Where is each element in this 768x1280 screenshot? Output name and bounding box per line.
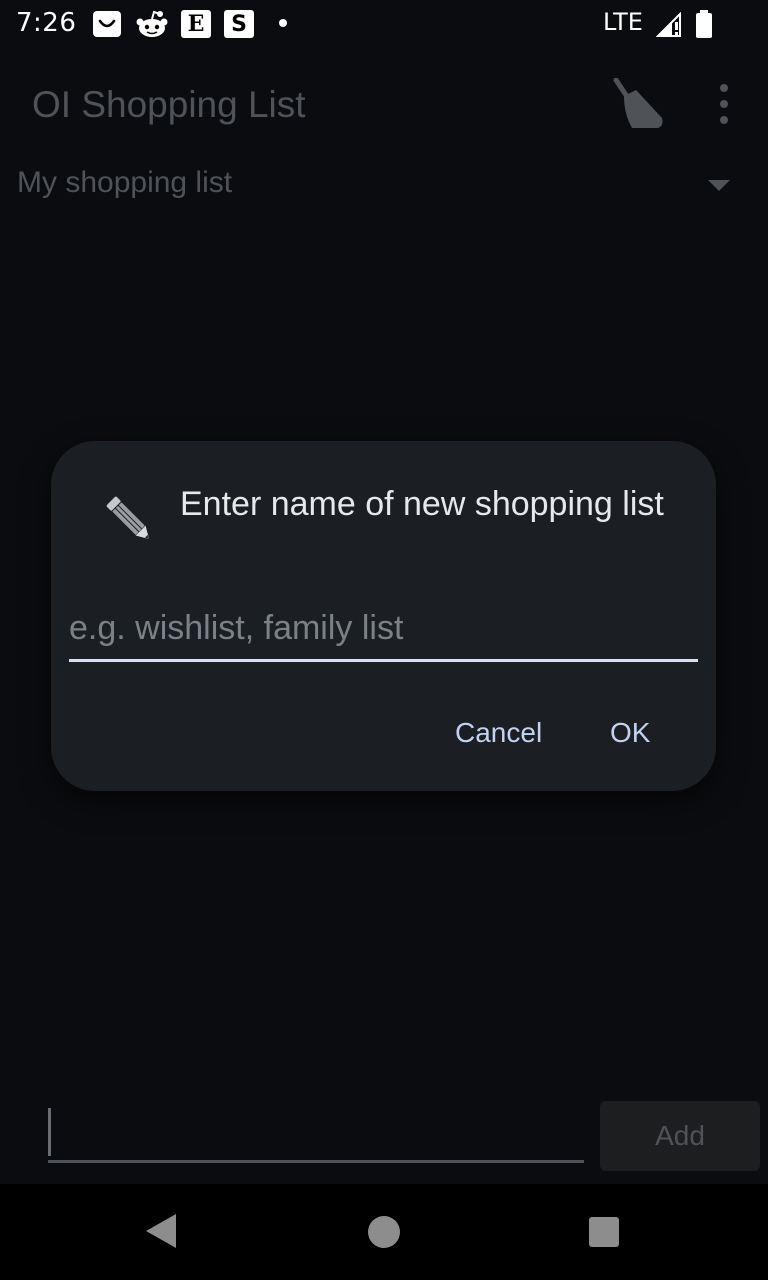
ok-button[interactable]: OK bbox=[602, 713, 658, 753]
navigation-bar bbox=[0, 1184, 768, 1280]
overflow-dot bbox=[720, 116, 728, 124]
battery-icon bbox=[696, 10, 712, 38]
status-time: 7:26 bbox=[16, 8, 77, 38]
add-button[interactable]: Add bbox=[600, 1101, 760, 1171]
dialog-title: Enter name of new shopping list bbox=[180, 485, 664, 523]
reddit-icon bbox=[136, 10, 168, 38]
overflow-dot bbox=[720, 84, 728, 92]
screen: 7:26 E S LTE OI Shopping List My shoppin… bbox=[0, 0, 768, 1280]
scribd-icon: S bbox=[224, 10, 254, 38]
recents-icon[interactable] bbox=[589, 1217, 619, 1247]
list-selector-dropdown[interactable]: My shopping list bbox=[0, 160, 768, 212]
shopping-bag-icon bbox=[92, 10, 122, 38]
network-type: LTE bbox=[603, 8, 643, 36]
text-cursor bbox=[48, 1108, 51, 1156]
app-title: OI Shopping List bbox=[32, 84, 306, 125]
status-bar: 7:26 E S LTE bbox=[0, 0, 768, 48]
new-list-dialog: Enter name of new shopping list Cancel O… bbox=[51, 441, 716, 791]
new-item-input[interactable] bbox=[48, 1106, 584, 1163]
list-selector-value: My shopping list bbox=[17, 166, 233, 199]
cancel-button[interactable]: Cancel bbox=[447, 713, 550, 753]
dropdown-caret-icon bbox=[708, 180, 730, 191]
list-name-input[interactable] bbox=[69, 603, 698, 662]
more-dot-icon bbox=[279, 19, 287, 27]
overflow-menu-icon[interactable] bbox=[708, 84, 740, 124]
pencil-icon bbox=[101, 491, 159, 549]
signal-icon bbox=[655, 11, 684, 38]
app-bar: OI Shopping List bbox=[0, 48, 768, 160]
broom-clean-icon[interactable] bbox=[610, 77, 668, 132]
overflow-dot bbox=[720, 100, 728, 108]
etsy-icon: E bbox=[181, 10, 211, 38]
back-icon[interactable] bbox=[146, 1214, 176, 1248]
home-icon[interactable] bbox=[368, 1216, 400, 1248]
